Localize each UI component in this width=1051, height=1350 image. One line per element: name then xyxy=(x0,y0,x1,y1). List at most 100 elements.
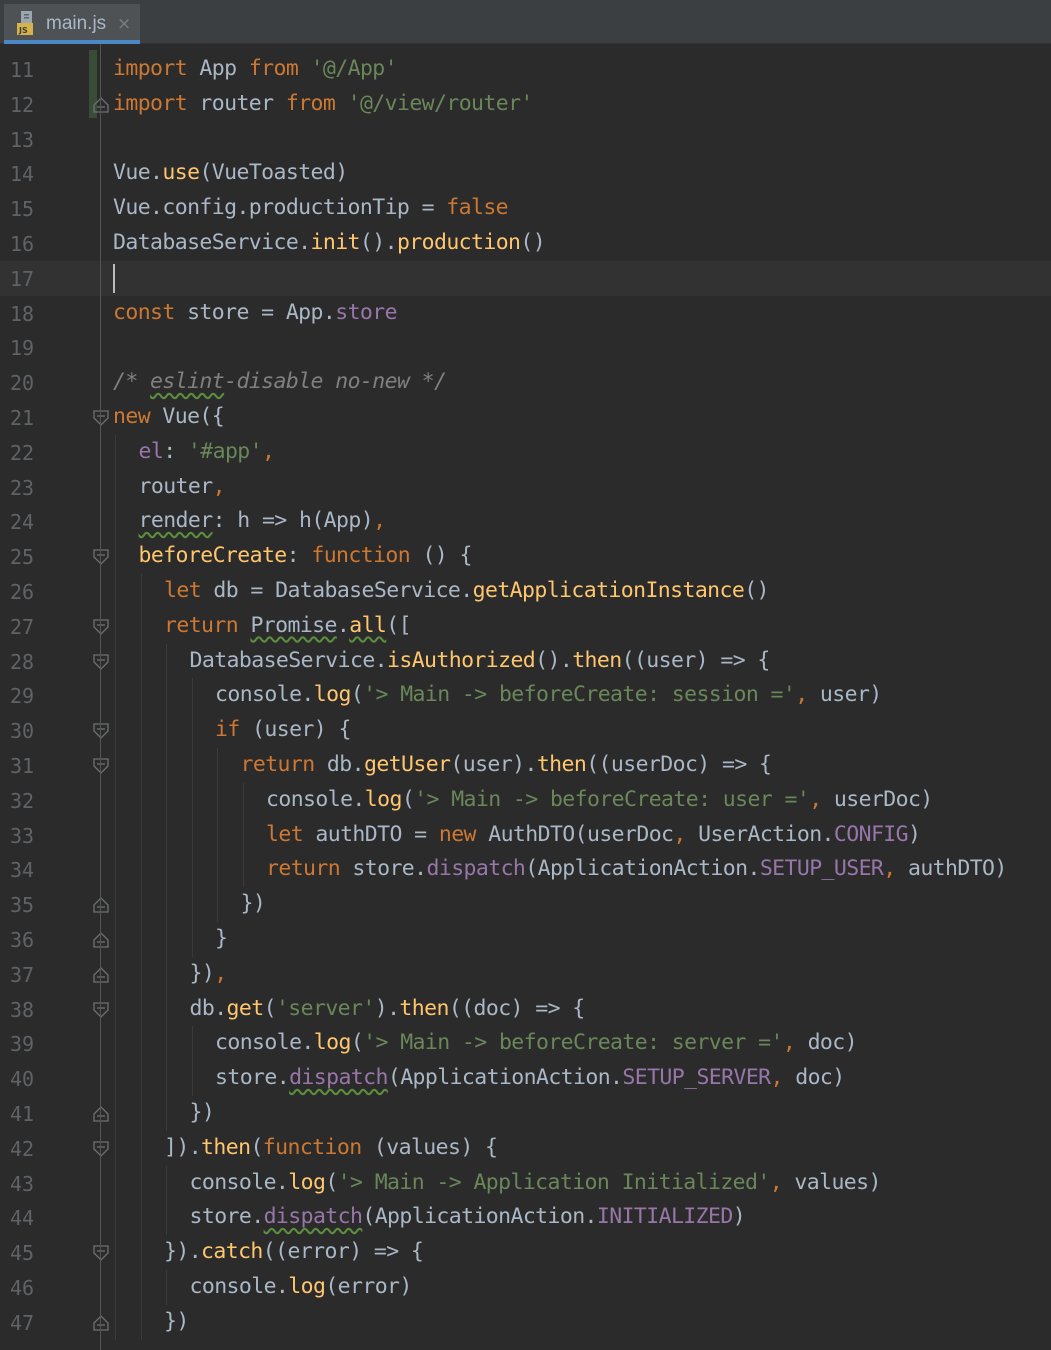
code-text: ]).then(function (values) { xyxy=(164,1134,498,1162)
code-line[interactable]: 34 return store.dispatch(ApplicationActio… xyxy=(0,852,1051,888)
code-text: router, xyxy=(139,473,226,501)
code-line[interactable]: 23 router, xyxy=(0,469,1051,505)
indent-guide xyxy=(191,887,193,923)
code-token: }) xyxy=(240,891,266,917)
code-line[interactable]: 44 store.dispatch(ApplicationAction.INITI… xyxy=(0,1200,1051,1236)
code-line[interactable]: 11 import App from '@/App' xyxy=(0,52,1051,87)
code-line[interactable]: 12 import router from '@/view/router' xyxy=(0,87,1051,122)
code-line[interactable]: 47}) xyxy=(0,1304,1051,1340)
code-token: getUser xyxy=(363,752,451,777)
code-line[interactable]: 18 const store = App.store xyxy=(0,296,1051,331)
code-line[interactable]: 36} xyxy=(0,922,1051,957)
fold-end-icon[interactable] xyxy=(92,966,110,984)
code-line[interactable]: 17 xyxy=(0,260,1051,296)
code-token: then xyxy=(201,1134,251,1160)
code-line[interactable]: 31 return db.getUser(user).then((userDoc)… xyxy=(0,748,1051,783)
code-token: then xyxy=(572,647,622,673)
fold-start-icon[interactable] xyxy=(92,1140,110,1158)
code-line[interactable]: 15 Vue.config.productionTip = false xyxy=(0,191,1051,226)
indent-guide xyxy=(115,678,116,714)
line-number: 26 xyxy=(10,580,35,604)
fold-start-icon[interactable] xyxy=(92,618,110,636)
code-line[interactable]: 29 console.log('> Main -> beforeCreate: s… xyxy=(0,678,1051,714)
code-line[interactable]: 26 let db = DatabaseService.getApplicatio… xyxy=(0,574,1051,609)
code-token: (values) { xyxy=(361,1134,498,1160)
code-line[interactable]: 32 console.log('> Main -> beforeCreate: u… xyxy=(0,782,1051,818)
code-line[interactable]: 39 console.log('> Main -> beforeCreate: s… xyxy=(0,1026,1051,1062)
fold-end-icon[interactable] xyxy=(92,1105,110,1123)
code-line[interactable]: 40 store.dispatch(ApplicationAction.SETUP… xyxy=(0,1061,1051,1097)
indent-guide xyxy=(166,852,167,888)
code-token: all xyxy=(349,612,387,638)
code-line[interactable]: 24 render: h => h(App), xyxy=(0,504,1051,540)
fold-start-icon[interactable] xyxy=(92,722,110,740)
code-token: console. xyxy=(215,1030,314,1056)
code-line[interactable]: 25 beforeCreate: function () { xyxy=(0,539,1051,575)
code-line[interactable]: 37}), xyxy=(0,956,1051,992)
fold-end-icon[interactable] xyxy=(92,896,110,914)
fold-start-icon[interactable] xyxy=(92,1001,110,1019)
line-number: 23 xyxy=(10,475,35,500)
code-line[interactable]: 20 /* eslint-disable no-new */ xyxy=(0,365,1051,400)
code-token: (ApplicationAction. xyxy=(362,1204,597,1230)
code-token: return xyxy=(240,752,316,777)
indent-guide xyxy=(140,852,142,888)
code-text: store.dispatch(ApplicationAction.INITIAL… xyxy=(190,1203,746,1231)
fold-start-icon[interactable] xyxy=(92,757,110,775)
code-line[interactable]: 19 xyxy=(0,330,1051,365)
code-token: (user). xyxy=(450,752,537,777)
close-icon[interactable]: × xyxy=(117,13,131,35)
code-token: AuthDTO(userDoc xyxy=(475,821,674,847)
code-token: 'server' xyxy=(275,995,375,1021)
code-token: function xyxy=(311,543,411,569)
indent-guide xyxy=(166,678,167,714)
code-token: Vue({ xyxy=(150,404,225,429)
code-text: console.log(error) xyxy=(190,1273,413,1301)
code-line[interactable]: 16 DatabaseService.init().production() xyxy=(0,226,1051,261)
code-line[interactable]: 14 Vue.use(VueToasted) xyxy=(0,156,1051,191)
code-token: init xyxy=(310,230,361,255)
code-token: '> Main -> beforeCreate: user =' xyxy=(414,786,810,812)
code-line[interactable]: 33 let authDTO = new AuthDTO(userDoc, Use… xyxy=(0,817,1051,853)
code-line[interactable]: 46 console.log(error) xyxy=(0,1270,1051,1305)
fold-start-icon[interactable] xyxy=(92,548,110,566)
fold-end-icon[interactable] xyxy=(92,1314,110,1332)
code-line[interactable]: 13 xyxy=(0,122,1051,157)
code-line[interactable]: 45}).catch((error) => { xyxy=(0,1235,1051,1271)
code-line[interactable]: 38 db.get('server').then((doc) => { xyxy=(0,991,1051,1027)
code-editor[interactable]: 11 import App from '@/App' 12 import router… xyxy=(0,44,1051,1350)
indent-guide xyxy=(191,782,193,818)
code-token: let xyxy=(164,578,202,603)
tab-main-js[interactable]: JS main.js × xyxy=(4,4,140,44)
indent-guide xyxy=(166,991,167,1027)
line-number: 18 xyxy=(10,301,35,326)
indent-guide xyxy=(140,1270,142,1305)
code-token: }). xyxy=(164,1239,202,1265)
code-token: }) xyxy=(164,1308,189,1334)
code-token: DatabaseService. xyxy=(189,647,388,673)
fold-end-icon[interactable] xyxy=(92,931,110,949)
indent-guide xyxy=(140,1200,142,1236)
indent-guide xyxy=(140,991,142,1027)
code-token: dispatch xyxy=(289,1065,388,1091)
code-line[interactable]: 43 console.log('> Main -> Application Ini… xyxy=(0,1165,1051,1201)
fold-start-icon[interactable] xyxy=(92,1244,110,1262)
code-line[interactable]: 22 el: '#app', xyxy=(0,434,1051,470)
code-line[interactable]: 30 if (user) { xyxy=(0,713,1051,749)
line-number: 27 xyxy=(10,614,35,639)
code-line[interactable]: 28 DatabaseService.isAuthorized().then((u… xyxy=(0,643,1051,679)
line-number: 41 xyxy=(10,1102,35,1126)
code-line[interactable]: 21 new Vue({ xyxy=(0,400,1051,435)
code-line[interactable]: 42]).then(function (values) { xyxy=(0,1130,1051,1166)
code-line[interactable]: 41}) xyxy=(0,1096,1051,1131)
fold-start-icon[interactable] xyxy=(92,409,110,427)
code-token: : xyxy=(163,438,188,464)
fold-start-icon[interactable] xyxy=(92,653,110,671)
indent-guide xyxy=(140,1130,142,1166)
code-token: '> Main -> beforeCreate: server =' xyxy=(363,1030,783,1056)
code-line[interactable]: 35}) xyxy=(0,887,1051,923)
code-token: Vue.config.productionTip = xyxy=(113,195,447,221)
fold-end-icon[interactable] xyxy=(92,96,110,114)
code-token: (ApplicationAction. xyxy=(387,1065,623,1091)
code-line[interactable]: 27 return Promise.all([ xyxy=(0,608,1051,644)
